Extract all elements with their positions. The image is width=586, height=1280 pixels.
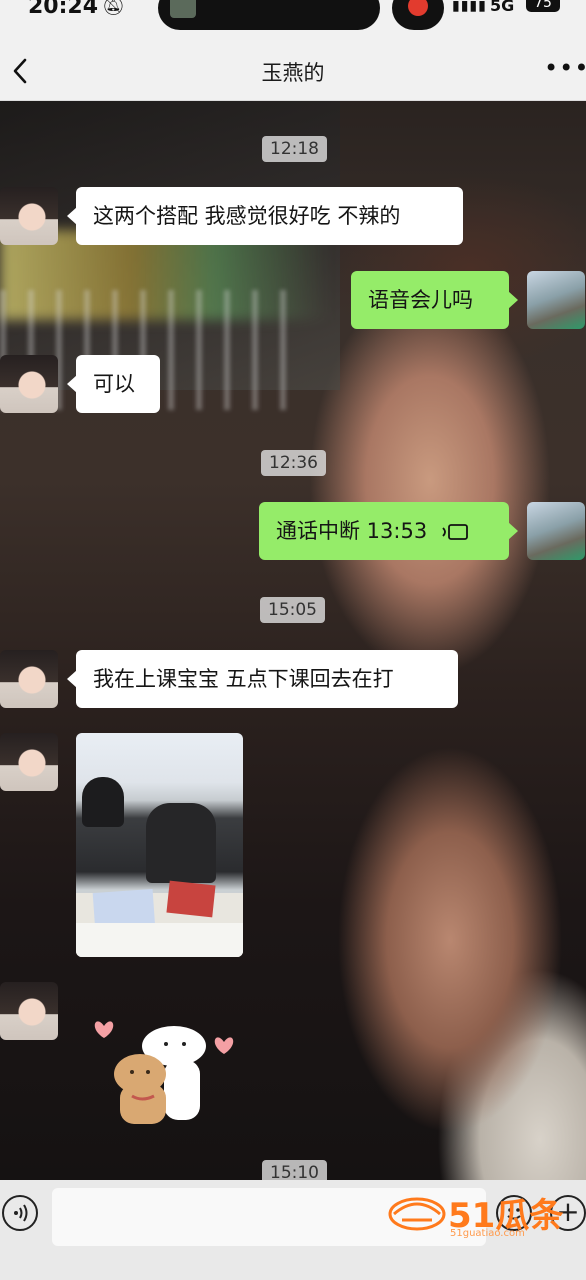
network-type: 5G <box>490 0 515 15</box>
photo-paper <box>76 923 243 957</box>
record-dot-icon <box>408 0 428 16</box>
incoming-message-bubble[interactable]: 可以 <box>67 355 160 413</box>
voice-call-icon <box>442 524 469 540</box>
status-bar: 20:24 🔕︎ ▮▮▮▮ 5G 75 <box>0 0 586 44</box>
photo-student <box>146 803 216 883</box>
chat-background-photo <box>0 100 586 1180</box>
chat-header: 玉燕的 ••• <box>0 44 586 101</box>
message-timestamp: 15:05 <box>260 597 325 623</box>
voice-wave-icon <box>14 1204 28 1222</box>
my-avatar[interactable] <box>527 502 585 560</box>
my-avatar[interactable] <box>527 271 585 329</box>
recording-indicator <box>392 0 444 30</box>
voice-input-button[interactable] <box>2 1195 38 1231</box>
contact-avatar[interactable] <box>0 187 58 245</box>
battery-indicator: 75 <box>526 0 560 12</box>
call-record-bubble[interactable]: 通话中断 13:53 <box>259 502 518 560</box>
message-timestamp: 12:36 <box>261 450 326 476</box>
island-thumbnail <box>170 0 196 18</box>
mute-bell-icon: 🔕︎ <box>102 0 125 17</box>
contact-avatar[interactable] <box>0 982 58 1040</box>
heart-icon <box>94 1021 114 1038</box>
contact-avatar[interactable] <box>0 355 58 413</box>
photo-red-box <box>166 880 216 918</box>
heart-icon <box>214 1037 234 1054</box>
photo-student <box>82 777 124 827</box>
watermark-logo-icon <box>388 1197 446 1231</box>
call-record-text: 通话中断 13:53 <box>276 519 428 543</box>
status-time: 20:24 <box>28 0 99 19</box>
watermark: 51瓜条 51guatiao.com <box>388 1188 578 1244</box>
contact-avatar[interactable] <box>0 733 58 791</box>
sticker-message[interactable] <box>92 1008 242 1128</box>
signal-icon: ▮▮▮▮ <box>452 0 487 14</box>
watermark-url: 51guatiao.com <box>450 1228 525 1239</box>
incoming-message-bubble[interactable]: 这两个搭配 我感觉很好吃 不辣的 <box>67 187 463 245</box>
incoming-message-bubble[interactable]: 我在上课宝宝 五点下课回去在打 <box>67 650 458 708</box>
message-timestamp: 12:18 <box>262 136 327 162</box>
contact-avatar[interactable] <box>0 650 58 708</box>
contact-name-title: 玉燕的 <box>261 61 325 85</box>
more-options-icon[interactable]: ••• <box>544 54 586 82</box>
dynamic-island <box>158 0 380 30</box>
brown-dog-body <box>120 1084 166 1124</box>
outgoing-message-bubble[interactable]: 语音会儿吗 <box>351 271 518 329</box>
image-message[interactable] <box>76 733 243 957</box>
white-dog-body <box>164 1060 200 1120</box>
